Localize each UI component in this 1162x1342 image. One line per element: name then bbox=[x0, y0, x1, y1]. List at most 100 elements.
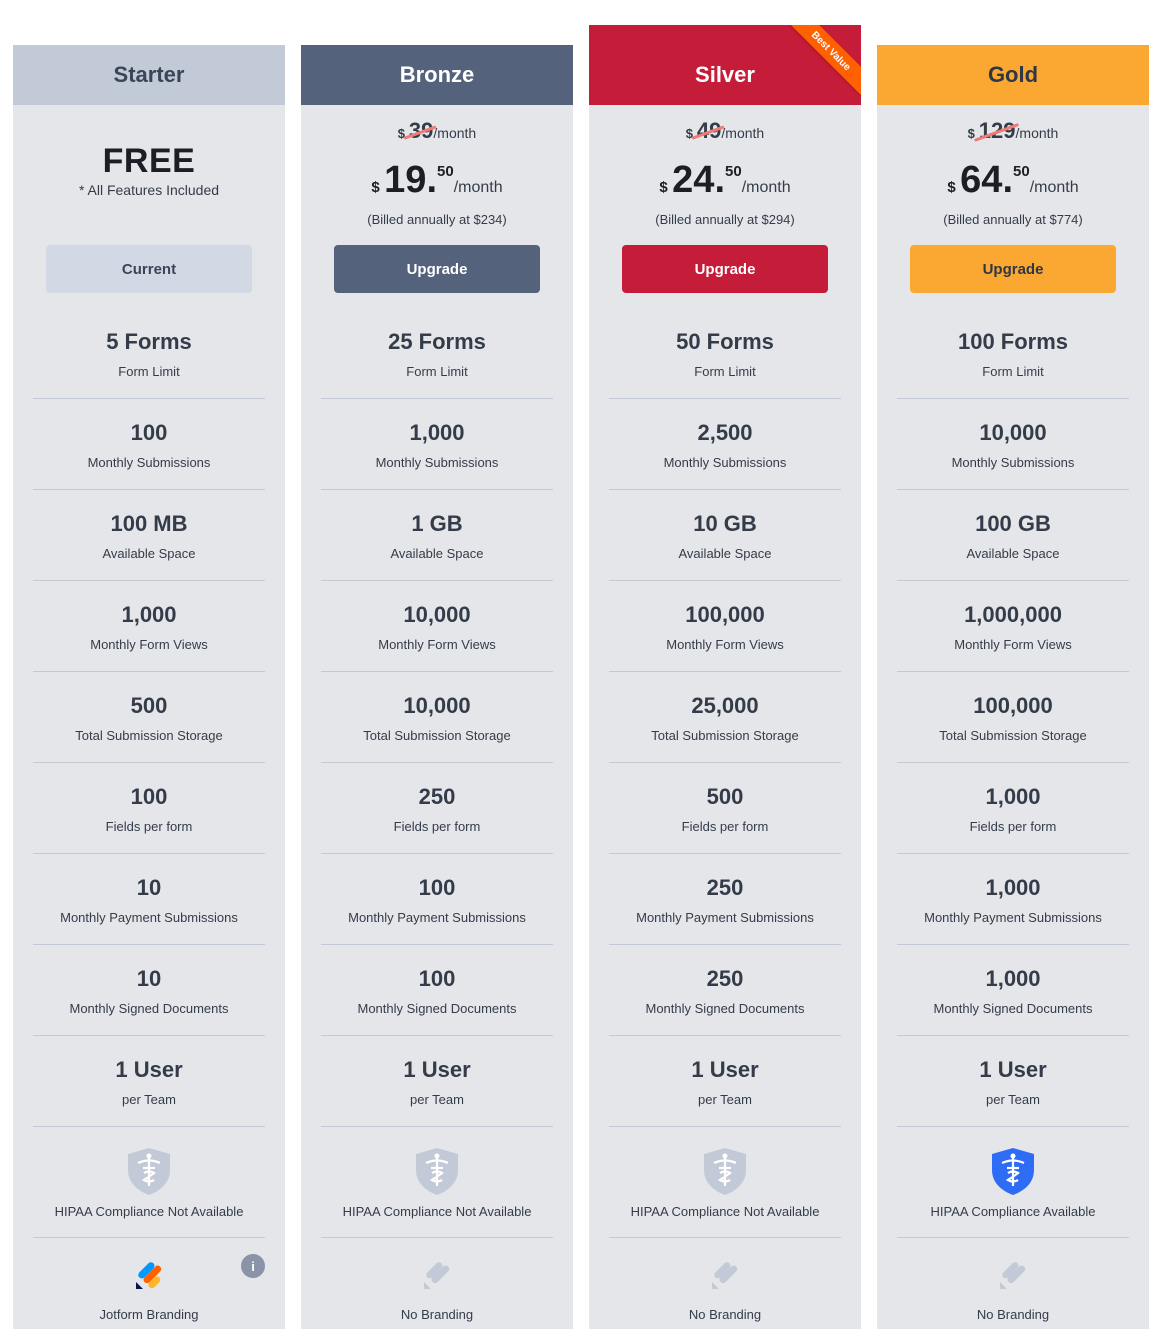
feature-payment-submissions: 250 Monthly Payment Submissions bbox=[609, 854, 841, 945]
feature-list: 5 Forms Form Limit 100 Monthly Submissions… bbox=[13, 308, 285, 1333]
plan-card-silver: Silver Best Value $ 49/month $ 24.50/mon… bbox=[589, 25, 861, 1329]
feature-value: 100 GB bbox=[975, 510, 1051, 536]
feature-available-space: 1 GB Available Space bbox=[321, 490, 553, 581]
currency: $ bbox=[659, 179, 668, 196]
feature-label: Monthly Form Views bbox=[90, 636, 208, 652]
feature-value: 25 Forms bbox=[388, 328, 486, 354]
currency: $ bbox=[371, 179, 380, 196]
current-plan-button[interactable]: Current bbox=[46, 245, 252, 293]
feature-label: Monthly Signed Documents bbox=[933, 1000, 1093, 1016]
feature-label: Available Space bbox=[102, 545, 196, 561]
feature-value: 100 Forms bbox=[957, 328, 1069, 354]
feature-value: 100 bbox=[130, 783, 168, 809]
price-cents: 50 bbox=[1013, 163, 1030, 180]
plan-header: Silver Best Value bbox=[589, 25, 861, 105]
feature-label: Monthly Submissions bbox=[375, 454, 499, 470]
feature-form-views: 10,000 Monthly Form Views bbox=[321, 581, 553, 672]
feature-value: 1,000 bbox=[985, 874, 1041, 900]
feature-users: 1 User per Team bbox=[321, 1036, 553, 1127]
original-price: $ 39/month bbox=[301, 105, 573, 144]
price-area: FREE * All Features Included bbox=[13, 105, 285, 245]
plan-card-starter: Starter FREE * All Features Included Cur… bbox=[13, 45, 285, 1329]
branding-label: No Branding bbox=[688, 1307, 762, 1322]
plan-card-bronze: Bronze $ 39/month $ 19.50/month (Billed … bbox=[301, 45, 573, 1329]
feature-monthly-submissions: 10,000 Monthly Submissions bbox=[897, 399, 1129, 490]
feature-value: 250 bbox=[706, 874, 744, 900]
jotform-logo-gray-icon bbox=[710, 1249, 740, 1299]
strikethrough-amount: 39 bbox=[408, 118, 434, 143]
feature-branding: No Branding bbox=[897, 1238, 1129, 1333]
jotform-logo-icon bbox=[134, 1249, 164, 1299]
original-price: $ 49/month bbox=[589, 105, 861, 144]
feature-value: 10 bbox=[136, 874, 162, 900]
feature-label: Monthly Payment Submissions bbox=[636, 909, 814, 925]
billed-annually: (Billed annually at $234) bbox=[367, 212, 507, 227]
period: /month bbox=[721, 125, 765, 141]
free-label: FREE bbox=[102, 142, 196, 180]
feature-value: 100 bbox=[418, 965, 456, 991]
feature-label: Fields per form bbox=[681, 818, 769, 834]
feature-form-limit: 5 Forms Form Limit bbox=[33, 308, 265, 399]
feature-value: 10,000 bbox=[403, 601, 471, 627]
feature-value: 1 User bbox=[115, 1056, 183, 1082]
feature-label: Monthly Form Views bbox=[954, 636, 1072, 652]
billed-annually: (Billed annually at $294) bbox=[655, 212, 795, 227]
feature-signed-documents: 10 Monthly Signed Documents bbox=[33, 945, 265, 1036]
feature-payment-submissions: 100 Monthly Payment Submissions bbox=[321, 854, 553, 945]
feature-value: 100 bbox=[130, 419, 168, 445]
feature-label: Total Submission Storage bbox=[651, 727, 799, 743]
price-cents: 50 bbox=[437, 163, 454, 180]
feature-hipaa: HIPAA Compliance Not Available bbox=[609, 1127, 841, 1238]
feature-label: Monthly Submissions bbox=[951, 454, 1075, 470]
feature-label: per Team bbox=[410, 1091, 464, 1107]
currency: $ bbox=[947, 179, 956, 196]
feature-label: Total Submission Storage bbox=[363, 727, 511, 743]
feature-branding: Jotform Branding i bbox=[33, 1238, 265, 1333]
feature-list: 25 Forms Form Limit 1,000 Monthly Submissi… bbox=[301, 308, 573, 1333]
plan-name: Bronze bbox=[399, 62, 475, 87]
plan-header: Gold bbox=[877, 45, 1149, 105]
feature-branding: No Branding bbox=[321, 1238, 553, 1333]
plan-card-gold: Gold $ 129/month $ 64.50/month (Billed a… bbox=[877, 45, 1149, 1329]
feature-label: Fields per form bbox=[105, 818, 193, 834]
feature-fields-per-form: 250 Fields per form bbox=[321, 763, 553, 854]
feature-submission-storage: 25,000 Total Submission Storage bbox=[609, 672, 841, 763]
feature-label: Monthly Payment Submissions bbox=[60, 909, 238, 925]
upgrade-button[interactable]: Upgrade bbox=[622, 245, 828, 293]
feature-available-space: 10 GB Available Space bbox=[609, 490, 841, 581]
feature-form-views: 1,000,000 Monthly Form Views bbox=[897, 581, 1129, 672]
feature-label: Monthly Submissions bbox=[87, 454, 211, 470]
upgrade-button[interactable]: Upgrade bbox=[910, 245, 1116, 293]
branding-label: No Branding bbox=[400, 1307, 474, 1322]
hipaa-label: HIPAA Compliance Not Available bbox=[342, 1203, 532, 1219]
feature-signed-documents: 250 Monthly Signed Documents bbox=[609, 945, 841, 1036]
feature-fields-per-form: 100 Fields per form bbox=[33, 763, 265, 854]
pricing-plans: Starter FREE * All Features Included Cur… bbox=[13, 0, 1149, 1342]
feature-label: Form Limit bbox=[694, 363, 756, 379]
strikethrough-amount: 129 bbox=[978, 118, 1016, 143]
feature-label: Fields per form bbox=[969, 818, 1057, 834]
feature-label: Total Submission Storage bbox=[75, 727, 223, 743]
feature-payment-submissions: 1,000 Monthly Payment Submissions bbox=[897, 854, 1129, 945]
feature-label: Fields per form bbox=[393, 818, 481, 834]
feature-fields-per-form: 500 Fields per form bbox=[609, 763, 841, 854]
feature-submission-storage: 10,000 Total Submission Storage bbox=[321, 672, 553, 763]
feature-value: 100,000 bbox=[685, 601, 765, 627]
price-cents: 50 bbox=[725, 163, 742, 180]
period: /month bbox=[453, 179, 503, 196]
info-icon[interactable]: i bbox=[241, 1254, 265, 1278]
feature-value: 1 User bbox=[403, 1056, 471, 1082]
plan-header: Bronze bbox=[301, 45, 573, 105]
feature-label: Monthly Signed Documents bbox=[69, 1000, 229, 1016]
branding-label: Jotform Branding bbox=[99, 1307, 199, 1322]
feature-value: 2,500 bbox=[697, 419, 753, 445]
feature-label: Form Limit bbox=[406, 363, 468, 379]
period: /month bbox=[1029, 179, 1079, 196]
feature-branding: No Branding bbox=[609, 1238, 841, 1333]
feature-value: 10 bbox=[136, 965, 162, 991]
feature-value: 25,000 bbox=[691, 692, 759, 718]
feature-users: 1 User per Team bbox=[33, 1036, 265, 1127]
feature-users: 1 User per Team bbox=[897, 1036, 1129, 1127]
upgrade-button[interactable]: Upgrade bbox=[334, 245, 540, 293]
feature-value: 1 GB bbox=[411, 510, 463, 536]
